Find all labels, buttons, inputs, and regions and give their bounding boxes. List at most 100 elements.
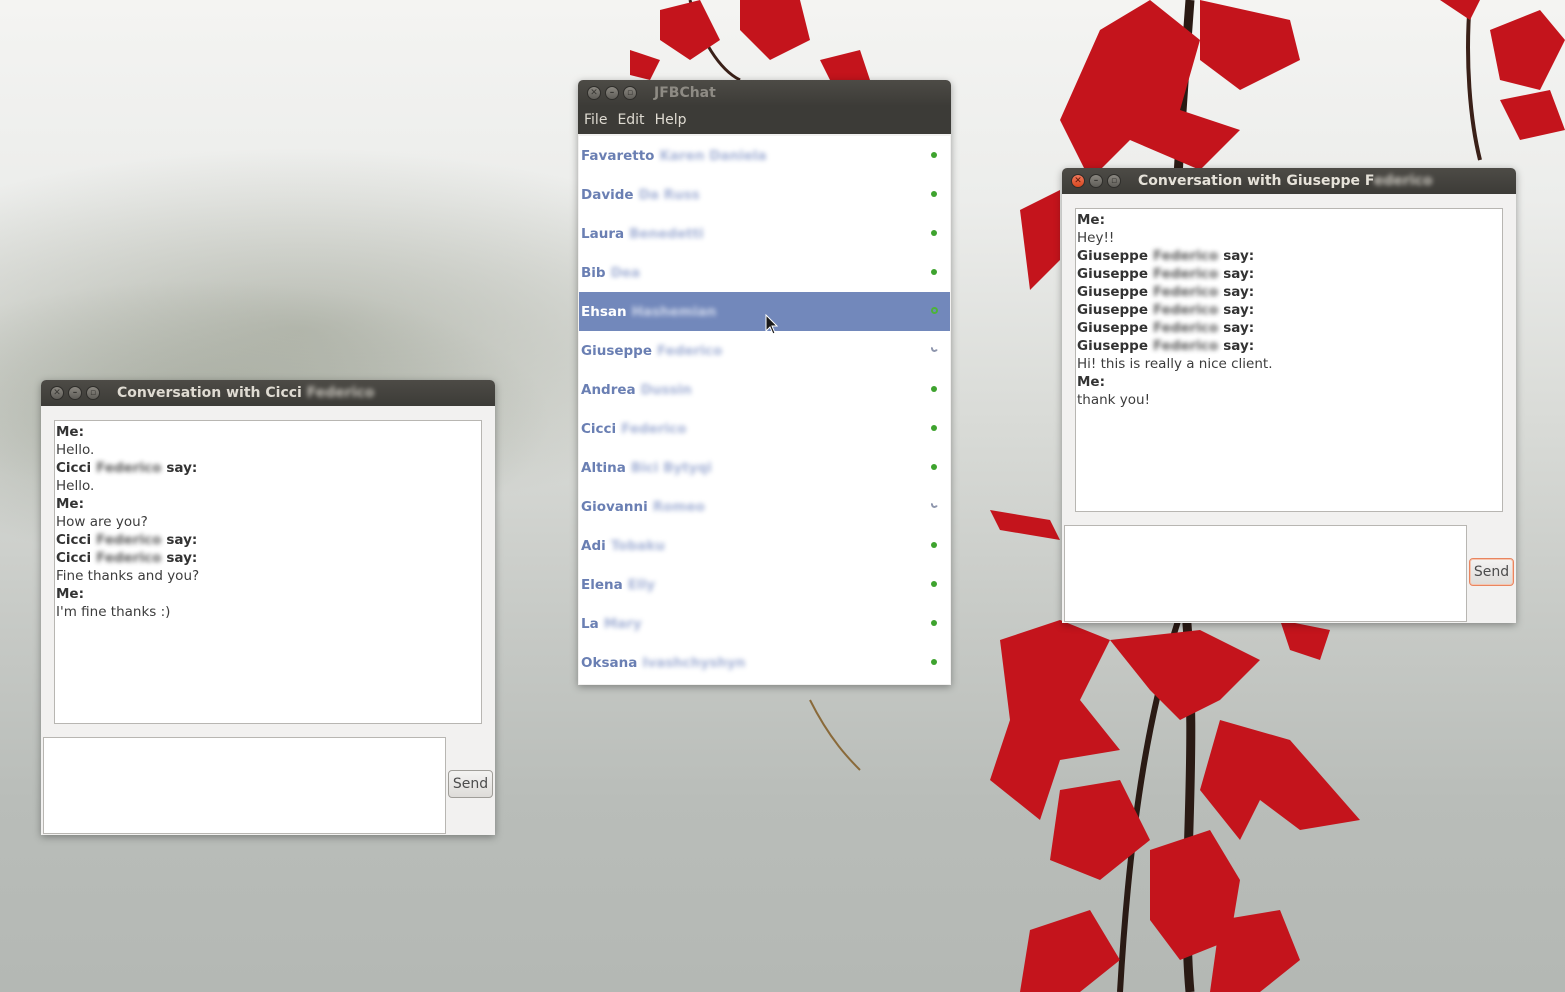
- message-text: Hi! this is really a nice client.: [1077, 356, 1273, 372]
- contact-first-name: Ehsan: [581, 303, 627, 320]
- contact-first-name: Adi: [581, 537, 606, 554]
- main-titlebar[interactable]: ✕ – ▫ JFBChat: [578, 80, 951, 106]
- menu-help[interactable]: Help: [655, 112, 687, 128]
- sender-suffix: say:: [1223, 284, 1255, 300]
- contact-item[interactable]: Bib Dea: [579, 253, 950, 292]
- contact-item[interactable]: Giovanni Romeo: [579, 487, 950, 526]
- contact-item[interactable]: Adi Tobaku: [579, 526, 950, 565]
- message-text: Hello.: [56, 478, 95, 494]
- contact-last-name: Tobaku: [610, 537, 665, 554]
- sender-hidden-name: Federico: [96, 460, 162, 476]
- mouse-pointer-icon: [765, 314, 779, 335]
- online-status-icon: [931, 581, 937, 587]
- contact-last-name: Ivashchyshyn: [642, 654, 746, 671]
- sender-hidden-name: Federico: [1153, 302, 1219, 318]
- close-icon[interactable]: ✕: [587, 86, 601, 100]
- sender-suffix: say:: [1223, 302, 1255, 318]
- contact-item[interactable]: Giuseppe Federico: [579, 331, 950, 370]
- contact-first-name: Andrea: [581, 381, 636, 398]
- contact-last-name: Bici Bytyqi: [630, 459, 712, 476]
- minimize-icon[interactable]: –: [605, 86, 619, 100]
- sender-first-name: Cicci: [56, 460, 92, 476]
- contact-first-name: Favaretto: [581, 147, 655, 164]
- contact-last-name: Da Russ: [638, 186, 700, 203]
- contact-first-name: Giovanni: [581, 498, 648, 515]
- contact-item[interactable]: Andrea Dussin: [579, 370, 950, 409]
- message-text: How are you?: [56, 514, 148, 530]
- send-button[interactable]: Send: [1469, 558, 1514, 586]
- message-sender: Giuseppe Federico say:: [1076, 301, 1502, 319]
- sender-suffix: say:: [166, 550, 198, 566]
- contact-first-name: Bib: [581, 264, 606, 281]
- contact-first-name: Giuseppe: [581, 342, 652, 359]
- contact-item[interactable]: La Mary: [579, 604, 950, 643]
- minimize-icon[interactable]: –: [68, 386, 82, 400]
- minimize-icon[interactable]: –: [1089, 174, 1103, 188]
- message-text: Hello.: [56, 442, 95, 458]
- contact-item[interactable]: Cicci Federico: [579, 409, 950, 448]
- sender-suffix: say:: [166, 532, 198, 548]
- sender-suffix: say:: [1223, 320, 1255, 336]
- contact-item[interactable]: Laura Benedetti: [579, 214, 950, 253]
- message-input[interactable]: [1064, 525, 1467, 622]
- online-status-icon: [931, 230, 937, 236]
- message-text: Hey!!: [1077, 230, 1115, 246]
- sender-first-name: Giuseppe: [1077, 266, 1148, 282]
- conversation-window-cicci: ✕ – ▫ Conversation with Cicci Federico M…: [41, 380, 495, 835]
- contact-last-name: Elly: [627, 576, 656, 593]
- sender-first-name: Giuseppe: [1077, 248, 1148, 264]
- close-icon[interactable]: ✕: [1071, 174, 1085, 188]
- window-title: Conversation with Giuseppe Federico: [1138, 173, 1433, 189]
- contact-last-name: Mary: [603, 615, 642, 632]
- sender-hidden-name: Federico: [96, 532, 162, 548]
- online-status-icon: [931, 307, 938, 314]
- conversation-log[interactable]: Me: Hello. Cicci Federico say: Hello. Me: How a…: [54, 420, 482, 724]
- contact-first-name: Elena: [581, 576, 623, 593]
- maximize-icon[interactable]: ▫: [623, 86, 637, 100]
- contact-last-name: Romeo: [652, 498, 705, 515]
- send-button[interactable]: Send: [448, 770, 493, 798]
- menu-edit[interactable]: Edit: [617, 112, 644, 128]
- contact-item[interactable]: Elena Elly: [579, 565, 950, 604]
- menu-bar: File Edit Help: [578, 106, 951, 134]
- away-status-icon: [930, 344, 939, 353]
- title-hidden-name: ederico: [1373, 173, 1433, 189]
- online-status-icon: [931, 425, 937, 431]
- sender-first-name: Cicci: [56, 532, 92, 548]
- contact-last-name: Federico: [621, 420, 687, 437]
- title-hidden-name: Federico: [306, 385, 375, 401]
- close-icon[interactable]: ✕: [50, 386, 64, 400]
- conversation-titlebar[interactable]: ✕ – ▫ Conversation with Giuseppe Federic…: [1062, 168, 1516, 194]
- sender-suffix: say:: [166, 460, 198, 476]
- contact-item[interactable]: Davide Da Russ: [579, 175, 950, 214]
- contact-item[interactable]: Oksana Ivashchyshyn: [579, 643, 950, 682]
- contact-last-name: Karen Daniela: [659, 147, 767, 164]
- contact-list[interactable]: Favaretto Karen Daniela Davide Da Russ Laura…: [579, 136, 950, 684]
- message-sender: Giuseppe Federico say:: [1076, 265, 1502, 283]
- menu-file[interactable]: File: [584, 112, 607, 128]
- conversation-titlebar[interactable]: ✕ – ▫ Conversation with Cicci Federico: [41, 380, 495, 406]
- contact-last-name: Hashemian: [631, 303, 717, 320]
- window-title: Conversation with Cicci Federico: [117, 385, 374, 401]
- message-sender: Giuseppe Federico say:: [1076, 283, 1502, 301]
- sender-hidden-name: Federico: [1153, 248, 1219, 264]
- contact-last-name: Dussin: [640, 381, 692, 398]
- maximize-icon[interactable]: ▫: [1107, 174, 1121, 188]
- sender-first-name: Giuseppe: [1077, 302, 1148, 318]
- message-text: Fine thanks and you?: [56, 568, 200, 584]
- sender-first-name: Giuseppe: [1077, 284, 1148, 300]
- sender-hidden-name: Federico: [96, 550, 162, 566]
- title-text: Conversation with Cicci: [117, 385, 302, 401]
- maximize-icon[interactable]: ▫: [86, 386, 100, 400]
- contact-item[interactable]: Favaretto Karen Daniela: [579, 136, 950, 175]
- contact-item[interactable]: Altina Bici Bytyqi: [579, 448, 950, 487]
- sender-hidden-name: Federico: [1153, 284, 1219, 300]
- online-status-icon: [931, 620, 937, 626]
- conversation-log[interactable]: Me: Hey!! Giuseppe Federico say: Giuseppe Fede…: [1075, 208, 1503, 512]
- message-sender: Cicci Federico say:: [55, 549, 481, 567]
- sender-first-name: Giuseppe: [1077, 338, 1148, 354]
- contact-last-name: Benedetti: [629, 225, 704, 242]
- conversation-window-giuseppe: ✕ – ▫ Conversation with Giuseppe Federic…: [1062, 168, 1516, 623]
- sender-hidden-name: Federico: [1153, 338, 1219, 354]
- message-input[interactable]: [43, 737, 446, 834]
